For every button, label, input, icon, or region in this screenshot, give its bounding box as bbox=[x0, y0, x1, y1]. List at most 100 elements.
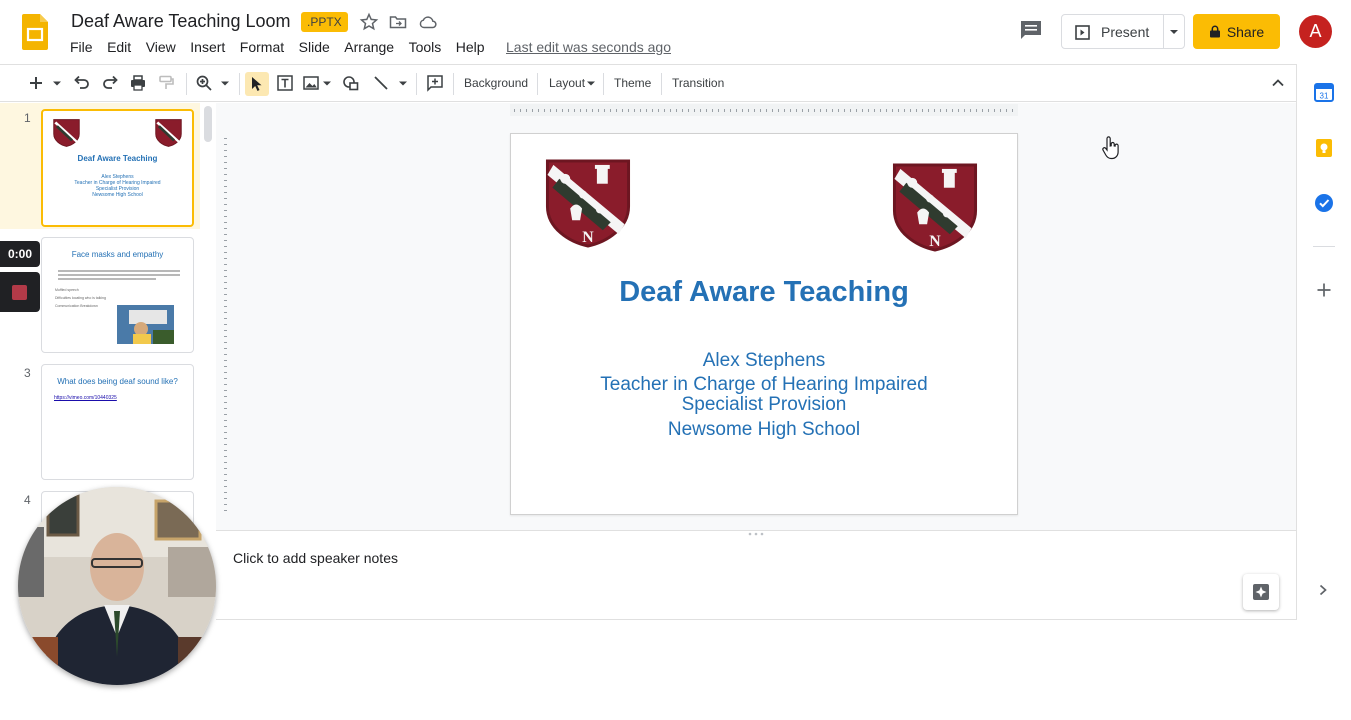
menu-edit[interactable]: Edit bbox=[107, 39, 131, 55]
menu-format[interactable]: Format bbox=[240, 39, 284, 55]
calendar-icon[interactable]: 31 bbox=[1314, 82, 1334, 102]
loom-recording-timer: 0:00 bbox=[0, 241, 40, 267]
notes-resize-handle[interactable] bbox=[216, 530, 1296, 538]
ruler-tick bbox=[784, 109, 785, 112]
insert-image-icon[interactable] bbox=[302, 74, 320, 92]
ruler-tick bbox=[958, 109, 959, 112]
zoom-dropdown-icon[interactable] bbox=[220, 74, 230, 92]
text-box-icon[interactable] bbox=[276, 74, 294, 92]
ruler-tick bbox=[224, 408, 227, 409]
ruler-tick bbox=[224, 156, 227, 157]
ruler-tick bbox=[224, 240, 227, 241]
new-slide-icon[interactable] bbox=[27, 74, 45, 92]
explore-button[interactable] bbox=[1243, 574, 1279, 610]
ruler-tick bbox=[754, 109, 755, 112]
ruler-tick bbox=[224, 150, 227, 151]
tasks-icon[interactable] bbox=[1314, 193, 1334, 213]
ruler-tick bbox=[224, 486, 227, 487]
slide-thumbnail-1[interactable]: Deaf Aware Teaching Alex Stephens Teache… bbox=[41, 109, 194, 227]
new-slide-dropdown-icon[interactable] bbox=[52, 74, 62, 92]
ruler-tick bbox=[224, 252, 227, 253]
collapse-toolbar-chevron-icon[interactable] bbox=[1269, 74, 1287, 92]
menu-view[interactable]: View bbox=[146, 39, 176, 55]
slide-subtitle-line[interactable]: Newsome High School bbox=[511, 419, 1017, 441]
expand-panel-chevron-icon[interactable] bbox=[1317, 583, 1329, 597]
slide-number: 3 bbox=[24, 366, 31, 380]
speaker-notes-placeholder[interactable]: Click to add speaker notes bbox=[233, 550, 398, 566]
ruler-tick bbox=[802, 109, 803, 112]
ruler-tick bbox=[1000, 109, 1001, 112]
ruler-tick bbox=[946, 109, 947, 112]
document-title[interactable]: Deaf Aware Teaching Loom bbox=[71, 11, 290, 32]
menu-slide[interactable]: Slide bbox=[299, 39, 330, 55]
layout-button[interactable]: Layout bbox=[549, 76, 585, 90]
ruler-tick bbox=[224, 144, 227, 145]
ruler-tick bbox=[796, 109, 797, 112]
share-button[interactable]: Share bbox=[1193, 14, 1280, 49]
print-icon[interactable] bbox=[129, 74, 147, 92]
menu-file[interactable]: File bbox=[70, 39, 93, 55]
line-icon[interactable] bbox=[372, 74, 390, 92]
last-edit-link[interactable]: Last edit was seconds ago bbox=[506, 39, 671, 55]
present-dropdown-icon[interactable] bbox=[1168, 28, 1180, 36]
slide-title[interactable]: Deaf Aware Teaching bbox=[511, 276, 1017, 309]
menu-insert[interactable]: Insert bbox=[190, 39, 225, 55]
undo-icon[interactable] bbox=[73, 74, 91, 92]
select-tool-button[interactable] bbox=[245, 72, 269, 96]
slide-thumbnail-2[interactable]: Face masks and empathy Muffled speech Di… bbox=[41, 237, 194, 353]
ruler-tick bbox=[994, 109, 995, 112]
zoom-icon[interactable] bbox=[195, 74, 213, 92]
ruler-tick bbox=[224, 198, 227, 199]
ruler-tick bbox=[934, 109, 935, 112]
paint-format-icon[interactable] bbox=[157, 74, 175, 92]
theme-button[interactable]: Theme bbox=[614, 76, 651, 90]
insert-comment-icon[interactable] bbox=[426, 74, 444, 92]
ruler-tick bbox=[224, 288, 227, 289]
ruler-tick bbox=[658, 109, 659, 112]
toolbar-separator bbox=[239, 73, 240, 95]
ruler-tick bbox=[224, 300, 227, 301]
menu-tools[interactable]: Tools bbox=[409, 39, 442, 55]
account-avatar[interactable]: A bbox=[1299, 15, 1332, 48]
add-addon-icon[interactable] bbox=[1316, 282, 1332, 298]
ruler-tick bbox=[670, 109, 671, 112]
thumb-line: Newsome High School bbox=[92, 192, 143, 198]
google-slides-logo-icon[interactable] bbox=[22, 14, 48, 50]
slide-thumbnail-3[interactable]: What does being deaf sound like? https:/… bbox=[41, 364, 194, 480]
ruler-tick bbox=[550, 109, 551, 112]
shape-icon[interactable] bbox=[342, 74, 360, 92]
move-folder-icon[interactable] bbox=[388, 12, 408, 32]
ruler-tick bbox=[790, 109, 791, 112]
ruler-tick bbox=[224, 192, 227, 193]
layout-dropdown-icon[interactable] bbox=[586, 74, 596, 92]
ruler-tick bbox=[898, 109, 899, 112]
slide-subtitle-line[interactable]: Specialist Provision bbox=[511, 394, 1017, 416]
ruler-tick bbox=[224, 432, 227, 433]
ruler-tick bbox=[874, 109, 875, 112]
star-icon[interactable] bbox=[359, 12, 379, 32]
ruler-tick bbox=[574, 109, 575, 112]
image-dropdown-icon[interactable] bbox=[322, 74, 332, 92]
ruler-tick bbox=[224, 216, 227, 217]
present-button[interactable]: Present bbox=[1061, 14, 1185, 49]
ruler-tick bbox=[748, 109, 749, 112]
slide-subtitle-line[interactable]: Alex Stephens bbox=[511, 350, 1017, 372]
filmstrip-scrollbar[interactable] bbox=[204, 106, 212, 142]
background-button[interactable]: Background bbox=[464, 76, 528, 90]
slide-subtitle-line[interactable]: Teacher in Charge of Hearing Impaired bbox=[511, 374, 1017, 396]
transition-button[interactable]: Transition bbox=[672, 76, 724, 90]
menu-arrange[interactable]: Arrange bbox=[344, 39, 394, 55]
keep-icon[interactable] bbox=[1315, 138, 1333, 158]
ruler-tick bbox=[988, 109, 989, 112]
thumb-bullets: Muffled speech Difficulties locating who… bbox=[55, 286, 106, 310]
ruler-tick bbox=[224, 348, 227, 349]
slide-editor[interactable]: N N Deaf Aware Teaching Alex Stephens Te… bbox=[510, 133, 1018, 515]
redo-icon[interactable] bbox=[101, 74, 119, 92]
loom-webcam-bubble[interactable] bbox=[18, 487, 216, 685]
menu-help[interactable]: Help bbox=[456, 39, 485, 55]
line-dropdown-icon[interactable] bbox=[398, 74, 408, 92]
comment-history-icon[interactable] bbox=[1020, 20, 1042, 40]
ruler-tick bbox=[562, 109, 563, 112]
loom-stop-button[interactable] bbox=[0, 272, 40, 312]
cloud-saved-icon[interactable] bbox=[418, 12, 438, 32]
